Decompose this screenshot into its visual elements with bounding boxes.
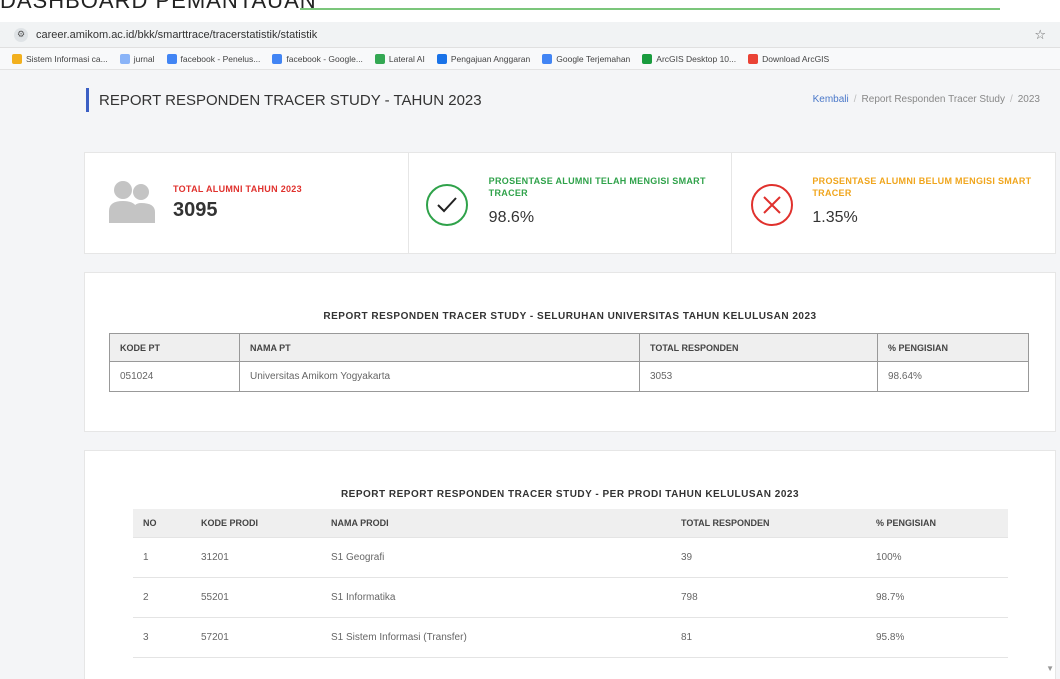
table-header-row: KODE PT NAMA PT TOTAL RESPONDEN% PENGISIAN bbox=[109, 333, 1029, 362]
bookmark-item[interactable]: Lateral AI bbox=[374, 53, 425, 64]
breadcrumb-current: Report Responden Tracer Study bbox=[861, 94, 1005, 105]
table-cell: 81 bbox=[671, 617, 866, 658]
stat-filled: PROSENTASE ALUMNI TELAH MENGISI SMART TR… bbox=[409, 153, 733, 253]
table-row: 2 55201 S1 Informatika 798 98.7% bbox=[133, 577, 1008, 618]
bookmark-item[interactable]: facebook - Penelus... bbox=[166, 53, 261, 64]
prodi-table: NO KODE PRODI NAMA PRODI TOTAL RESPONDEN% P… bbox=[133, 509, 1008, 658]
column-header[interactable]: % PENGISIAN bbox=[877, 333, 1029, 362]
stat-not-filled: PROSENTASE ALUMNI BELUM MENGISI SMART TR… bbox=[732, 153, 1055, 253]
browser-address-bar[interactable]: ⚙ career.amikom.ac.id/bkk/smarttrace/tra… bbox=[0, 22, 1060, 48]
bookmark-label: facebook - Google... bbox=[286, 53, 363, 64]
column-header[interactable]: TOTAL RESPONDEN bbox=[671, 509, 866, 538]
bookmark-favicon-icon bbox=[748, 53, 759, 64]
bookmark-star-icon[interactable]: ☆ bbox=[1034, 27, 1046, 43]
table-cell: 798 bbox=[671, 577, 866, 618]
table-cell: 98.64% bbox=[877, 361, 1029, 392]
bookmark-item[interactable]: jurnal bbox=[119, 53, 155, 64]
stat-value: 3095 bbox=[173, 199, 218, 221]
table-cell: S1 Sistem Informasi (Transfer) bbox=[321, 617, 671, 658]
university-table: KODE PT NAMA PT TOTAL RESPONDEN% PENGISIAN… bbox=[109, 333, 1029, 392]
site-info-icon[interactable]: ⚙ bbox=[14, 27, 28, 42]
bookmark-favicon-icon bbox=[272, 53, 283, 64]
bookmark-label: facebook - Penelus... bbox=[180, 53, 261, 64]
page-title: REPORT RESPONDEN TRACER STUDY - TAHUN 20… bbox=[99, 91, 482, 109]
bookmark-label: Pengajuan Anggaran bbox=[450, 53, 531, 64]
column-header[interactable]: NAMA PT bbox=[239, 333, 640, 362]
breadcrumb: Kembali / Report Responden Tracer Study/20… bbox=[812, 94, 1040, 105]
column-header[interactable]: KODE PT bbox=[109, 333, 240, 362]
table-row: 3 57201 S1 Sistem Informasi (Transfer) 81 95… bbox=[133, 617, 1008, 658]
bookmark-favicon-icon bbox=[119, 53, 130, 64]
table-cell: S1 Geografi bbox=[321, 537, 671, 578]
stat-value: 98.6% bbox=[488, 209, 535, 226]
column-header[interactable]: % PENGISIAN bbox=[866, 509, 1008, 538]
table-cell: 3053 bbox=[639, 361, 878, 392]
bookmark-item[interactable]: Google Terjemahan bbox=[542, 53, 631, 64]
bookmark-label: Google Terjemahan bbox=[556, 53, 631, 64]
page-content: REPORT RESPONDEN TRACER STUDY - TAHUN 20… bbox=[0, 70, 1060, 679]
table-cell: 3 bbox=[133, 617, 191, 658]
breadcrumb-year: 2023 bbox=[1017, 94, 1040, 105]
bookmark-label: jurnal bbox=[133, 53, 155, 64]
stat-label: PROSENTASE ALUMNI BELUM MENGISI SMART TR… bbox=[812, 176, 1032, 198]
column-header[interactable]: KODE PRODI bbox=[191, 509, 321, 538]
table-row: 051024 Universitas Amikom Yogyakarta 3053 9… bbox=[109, 361, 1029, 392]
prodi-report-card: REPORT REPORT RESPONDEN TRACER STUDY - P… bbox=[84, 450, 1056, 679]
table-cell: 98.7% bbox=[866, 577, 1008, 618]
bookmark-item[interactable]: facebook - Google... bbox=[272, 53, 363, 64]
table-cell: 95.8% bbox=[866, 617, 1008, 658]
bookmark-favicon-icon bbox=[12, 53, 22, 64]
bookmark-item[interactable]: Sistem Informasi ca... bbox=[12, 53, 108, 64]
bookmark-item[interactable]: Pengajuan Anggaran bbox=[436, 53, 531, 64]
table-header-row: NO KODE PRODI NAMA PRODI TOTAL RESPONDEN% P… bbox=[133, 509, 1008, 538]
url-text[interactable]: career.amikom.ac.id/bkk/smarttrace/trace… bbox=[36, 29, 317, 41]
table-row: 1 31201 S1 Geografi 39 100% bbox=[133, 537, 1008, 578]
table-cell: 100% bbox=[866, 537, 1008, 578]
table-cell: 1 bbox=[133, 537, 191, 578]
column-header[interactable]: NO bbox=[133, 509, 191, 538]
bookmark-label: Sistem Informasi ca... bbox=[26, 53, 108, 64]
column-header[interactable]: TOTAL RESPONDEN bbox=[639, 333, 878, 362]
check-circle-icon bbox=[425, 184, 468, 226]
table-cell: Universitas Amikom Yogyakarta bbox=[239, 361, 640, 392]
prodi-report-title: REPORT REPORT RESPONDEN TRACER STUDY - P… bbox=[340, 489, 800, 500]
page-caption: DASHBOARD PEMANTAUAN bbox=[0, 0, 317, 13]
stat-label: PROSENTASE ALUMNI TELAH MENGISI SMART TR… bbox=[488, 176, 706, 198]
breadcrumb-back-link[interactable]: Kembali bbox=[813, 94, 849, 105]
bookmark-favicon-icon bbox=[374, 53, 385, 64]
stat-total-alumni: TOTAL ALUMNI TAHUN 2023 3095 bbox=[85, 153, 409, 253]
table-cell: 31201 bbox=[191, 537, 321, 578]
university-report-title: REPORT RESPONDEN TRACER STUDY - SELURUHA… bbox=[323, 311, 817, 322]
column-header[interactable]: NAMA PRODI bbox=[321, 509, 671, 538]
table-cell: 55201 bbox=[191, 577, 321, 618]
university-report-card: REPORT RESPONDEN TRACER STUDY - SELURUHA… bbox=[84, 272, 1056, 432]
bookmark-item[interactable]: ArcGIS Desktop 10... bbox=[642, 53, 737, 64]
stat-label: TOTAL ALUMNI TAHUN 2023 bbox=[173, 184, 302, 194]
table-cell: S1 Informatika bbox=[321, 577, 671, 618]
scroll-down-arrow-icon[interactable]: ▼ bbox=[1046, 664, 1054, 673]
bookmark-item[interactable]: Download ArcGIS bbox=[748, 53, 830, 64]
bookmark-favicon-icon bbox=[542, 53, 553, 64]
bookmarks-bar: Sistem Informasi ca... jurnal facebook - P… bbox=[0, 48, 1060, 70]
table-cell: 39 bbox=[671, 537, 866, 578]
table-cell: 2 bbox=[133, 577, 191, 618]
x-circle-icon bbox=[751, 184, 794, 226]
bookmark-favicon-icon bbox=[436, 53, 447, 64]
bookmark-label: Download ArcGIS bbox=[762, 53, 830, 64]
users-icon bbox=[109, 181, 155, 223]
stats-row: TOTAL ALUMNI TAHUN 2023 3095 PROSENTASE … bbox=[84, 152, 1056, 254]
table-cell: 57201 bbox=[191, 617, 321, 658]
bookmark-label: Lateral AI bbox=[388, 53, 425, 64]
bookmark-label: ArcGIS Desktop 10... bbox=[656, 53, 737, 64]
bookmark-favicon-icon bbox=[166, 53, 177, 64]
caption-underline bbox=[300, 8, 1000, 10]
page-title-bar: REPORT RESPONDEN TRACER STUDY - TAHUN 20… bbox=[86, 88, 482, 112]
bookmark-favicon-icon bbox=[642, 53, 653, 64]
table-cell: 051024 bbox=[109, 361, 240, 392]
stat-value: 1.35% bbox=[812, 209, 858, 226]
